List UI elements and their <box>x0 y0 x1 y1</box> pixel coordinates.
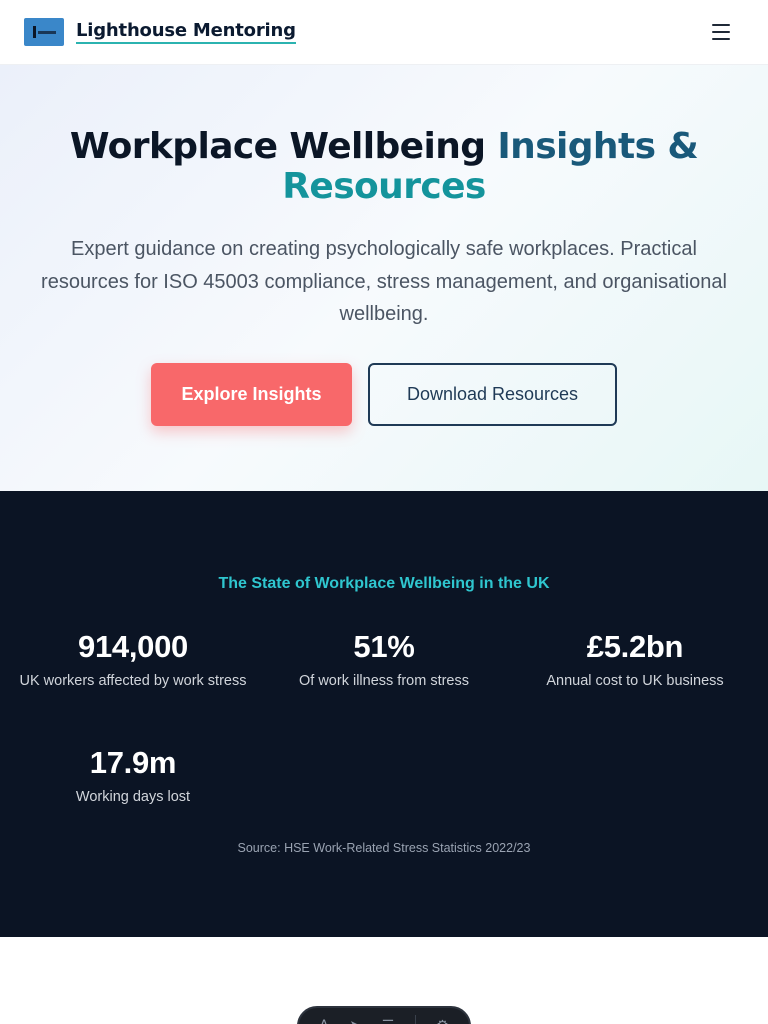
hero-title-part1: Workplace Wellbeing <box>69 126 498 167</box>
stat-label: Working days lost <box>75 789 191 805</box>
list-icon[interactable]: ☰ <box>382 1018 395 1024</box>
stat-item: 17.9m Working days lost <box>18 745 248 807</box>
explore-insights-button[interactable]: Explore Insights <box>151 363 352 426</box>
hero-subtitle: Expert guidance on creating psychologica… <box>41 238 727 325</box>
stat-item: £5.2bn Annual cost to UK business <box>520 629 750 691</box>
floating-toolbar: A ➤ ☰ ⚙ <box>297 1006 471 1024</box>
stat-label: UK workers affected by work stress <box>19 673 247 689</box>
stat-label: Annual cost to UK business <box>546 673 724 689</box>
hero-title-part3: Resources <box>282 166 486 207</box>
stats-heading: The State of Workplace Wellbeing in the … <box>218 575 550 592</box>
hero-section: Workplace Wellbeing Insights & Resources… <box>0 65 768 491</box>
brand-name[interactable]: Lighthouse Mentoring <box>76 20 296 44</box>
stat-value: 17.9m <box>89 745 177 780</box>
text-icon[interactable]: A <box>319 1018 329 1024</box>
stat-value: 51% <box>353 629 415 664</box>
stat-item: 51% Of work illness from stress <box>269 629 499 691</box>
hero-title-part2: Insights & <box>497 126 699 167</box>
lighthouse-logo-icon[interactable] <box>24 18 64 46</box>
site-header: Lighthouse Mentoring <box>0 0 768 65</box>
stat-label: Of work illness from stress <box>299 673 469 689</box>
hero-title: Workplace Wellbeing Insights & Resources <box>0 127 768 207</box>
settings-icon[interactable]: ⚙ <box>436 1018 449 1024</box>
stat-value: 914,000 <box>78 629 188 664</box>
stat-value: £5.2bn <box>586 629 684 664</box>
cursor-icon[interactable]: ➤ <box>349 1018 361 1024</box>
stat-item: 914,000 UK workers affected by work stre… <box>18 629 248 691</box>
stats-source: Source: HSE Work-Related Stress Statisti… <box>237 841 531 855</box>
hamburger-menu-icon[interactable] <box>710 22 732 42</box>
stats-section: The State of Workplace Wellbeing in the … <box>0 491 768 937</box>
download-resources-button[interactable]: Download Resources <box>368 363 617 426</box>
toolbar-divider <box>414 1015 416 1024</box>
